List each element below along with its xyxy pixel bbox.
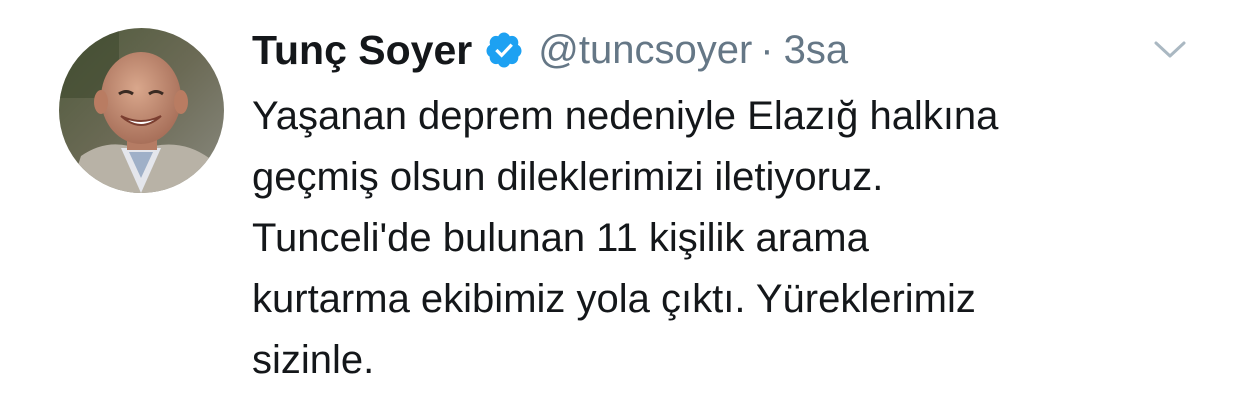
chevron-down-icon[interactable] — [1152, 38, 1188, 62]
avatar[interactable] — [59, 28, 224, 193]
verified-badge-icon — [484, 30, 524, 70]
tweet-text-line: geçmiş olsun dileklerimizi iletiyoruz. — [252, 155, 884, 199]
tweet-header: Tunç Soyer @tuncsoyer · 3sa — [252, 22, 1152, 78]
tweet-text: Yaşanan deprem nedeniyle Elazığ halkına … — [252, 86, 1152, 391]
tweet-text-line: Tunceli'de bulunan 11 kişilik arama — [252, 216, 869, 260]
tweet-text-line: kurtarma ekibimiz yola çıktı. Yüreklerim… — [252, 277, 976, 321]
tweet-timestamp[interactable]: 3sa — [784, 28, 849, 73]
tweet-card: Tunç Soyer @tuncsoyer · 3sa Yaşanan depr… — [0, 0, 1242, 409]
author-handle[interactable]: @tuncsoyer — [538, 28, 752, 73]
separator-dot: · — [760, 27, 774, 72]
tweet-text-line: sizinle. — [252, 338, 375, 382]
tweet-content: Tunç Soyer @tuncsoyer · 3sa Yaşanan depr… — [252, 22, 1152, 391]
profile-photo — [59, 28, 224, 193]
author-name[interactable]: Tunç Soyer — [252, 27, 472, 74]
tweet-text-line: Yaşanan deprem nedeniyle Elazığ halkına — [252, 94, 999, 138]
